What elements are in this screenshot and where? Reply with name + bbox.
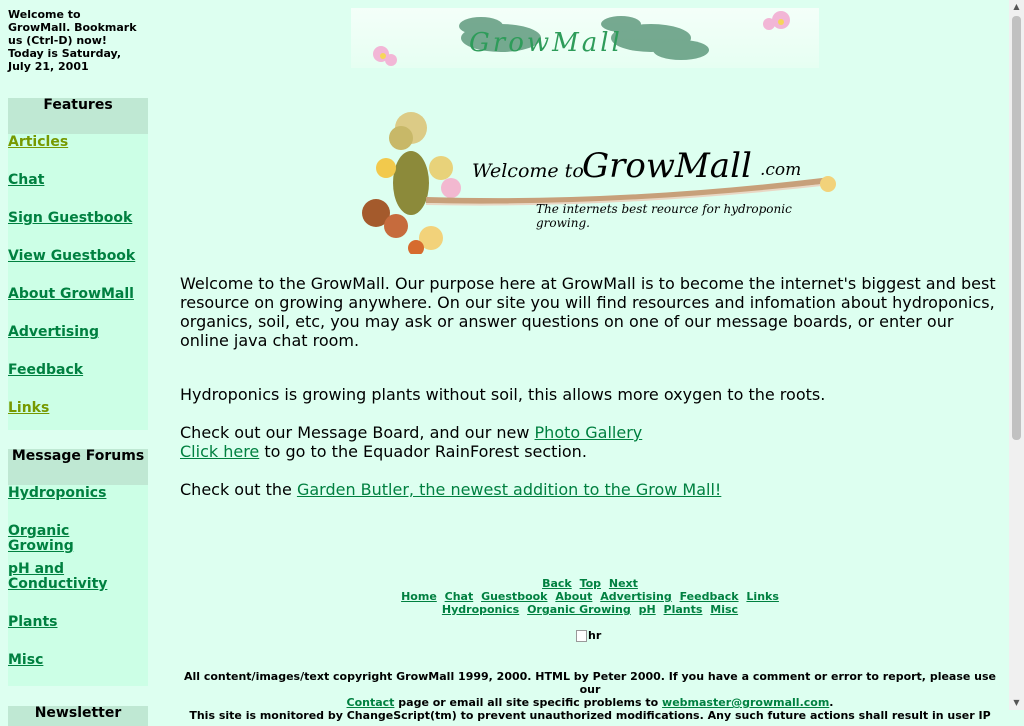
- footer-nav-row-1: Back Top Next: [180, 577, 1000, 590]
- scroll-down-arrow-icon[interactable]: ▼: [1009, 696, 1024, 710]
- footer-link-misc[interactable]: Misc: [710, 603, 738, 616]
- intro-paragraph: Welcome to the GrowMall. Our purpose her…: [180, 274, 996, 350]
- footer-link-organic-growing[interactable]: Organic Growing: [527, 603, 631, 616]
- forum-link-hydroponics[interactable]: Hydroponics: [8, 485, 148, 523]
- sidebar-link-links[interactable]: Links: [8, 400, 148, 431]
- rainforest-text: to go to the Equador RainForest section.: [259, 442, 587, 461]
- footer-copyright: All content/images/text copyright GrowMa…: [180, 670, 1000, 722]
- sidebar: Welcome to GrowMall. Bookmark us (Ctrl-D…: [8, 8, 148, 726]
- logo-tld: .com: [760, 160, 802, 180]
- broken-image-icon: [576, 630, 587, 642]
- forum-link-ph-conductivity[interactable]: pH and Conductivity: [8, 561, 108, 614]
- hr-alt-text: hr: [588, 629, 602, 642]
- banner-text: GrowMall: [469, 28, 623, 58]
- forums-box: Message Forums Hydroponics Organic Growi…: [8, 449, 148, 686]
- sidebar-link-sign-guestbook[interactable]: Sign Guestbook: [8, 210, 148, 248]
- footer-nav-row-2: Home Chat Guestbook About Advertising Fe…: [180, 590, 1000, 603]
- webmaster-email-link[interactable]: webmaster@growmall.com: [662, 696, 829, 709]
- newsletter-box: Newsletter: [8, 706, 148, 726]
- footer-link-feedback[interactable]: Feedback: [680, 590, 739, 603]
- footer-link-guestbook[interactable]: Guestbook: [481, 590, 547, 603]
- copyright-text: All content/images/text copyright GrowMa…: [183, 670, 997, 696]
- footer-link-home[interactable]: Home: [401, 590, 437, 603]
- forum-link-plants[interactable]: Plants: [8, 614, 148, 652]
- sidebar-link-view-guestbook[interactable]: View Guestbook: [8, 248, 148, 286]
- hydroponics-paragraph: Hydroponics is growing plants without so…: [180, 385, 826, 404]
- features-title: Features: [43, 97, 113, 113]
- footer-link-chat[interactable]: Chat: [445, 590, 474, 603]
- footer-link-plants[interactable]: Plants: [664, 603, 703, 616]
- footer-link-hydroponics[interactable]: Hydroponics: [442, 603, 519, 616]
- footer-nav-row-3: Hydroponics Organic Growing pH Plants Mi…: [180, 603, 1000, 616]
- forum-link-misc[interactable]: Misc: [8, 652, 148, 673]
- garden-butler-link[interactable]: Garden Butler, the newest addition to th…: [297, 480, 721, 499]
- growmall-top-banner[interactable]: GrowMall: [351, 8, 819, 68]
- footer-link-next[interactable]: Next: [609, 577, 638, 590]
- sidebar-link-articles[interactable]: Articles: [8, 134, 148, 172]
- footer-link-links[interactable]: Links: [746, 590, 778, 603]
- forums-title: Message Forums: [11, 448, 145, 464]
- features-header: Features: [8, 98, 148, 134]
- sidebar-link-about-growmall[interactable]: About GrowMall: [8, 286, 148, 324]
- page-scrollbar[interactable]: ▲ ▼: [1009, 0, 1024, 710]
- board-prefix-text: Check out our Message Board, and our new: [180, 423, 535, 442]
- features-box: Features Articles Chat Sign Guestbook Vi…: [8, 98, 148, 430]
- welcome-bookmark-text: Welcome to GrowMall. Bookmark us (Ctrl-D…: [8, 8, 137, 73]
- message-board-paragraph: Check out our Message Board, and our new…: [180, 423, 1000, 461]
- hr-broken-image: hr: [576, 629, 601, 642]
- footer-link-top[interactable]: Top: [580, 577, 601, 590]
- changescript-notice: This site is monitored by ChangeScript(t…: [189, 709, 991, 722]
- copyright-text-2: page or email all site specific problems…: [394, 696, 663, 709]
- sidebar-link-advertising[interactable]: Advertising: [8, 324, 148, 362]
- scroll-up-arrow-icon[interactable]: ▲: [1009, 0, 1024, 14]
- garden-butler-paragraph: Check out the Garden Butler, the newest …: [180, 480, 1000, 499]
- logo-welcome-to: Welcome to: [472, 160, 584, 182]
- contact-link[interactable]: Contact: [347, 696, 395, 709]
- footer-link-back[interactable]: Back: [542, 577, 572, 590]
- logo-tagline: The internets best reource for hydroponi…: [536, 202, 792, 230]
- sidebar-link-chat[interactable]: Chat: [8, 172, 148, 210]
- newsletter-header: Newsletter: [8, 706, 148, 726]
- copyright-text-3: .: [829, 696, 834, 709]
- logo-brand: GrowMall: [582, 146, 752, 186]
- photo-gallery-link[interactable]: Photo Gallery: [535, 423, 643, 442]
- click-here-link[interactable]: Click here: [180, 442, 259, 461]
- footer-link-about[interactable]: About: [555, 590, 592, 603]
- sidebar-link-feedback[interactable]: Feedback: [8, 362, 148, 400]
- footer-link-advertising[interactable]: Advertising: [600, 590, 672, 603]
- welcome-logo: Welcome to GrowMall .com The internets b…: [356, 108, 840, 256]
- footer-link-ph[interactable]: pH: [639, 603, 656, 616]
- newsletter-title: Newsletter: [34, 705, 122, 721]
- forums-header: Message Forums: [8, 449, 148, 485]
- butler-prefix-text: Check out the: [180, 480, 297, 499]
- footer-nav: Back Top Next Home Chat Guestbook About …: [180, 577, 1000, 616]
- scroll-thumb[interactable]: [1012, 16, 1021, 440]
